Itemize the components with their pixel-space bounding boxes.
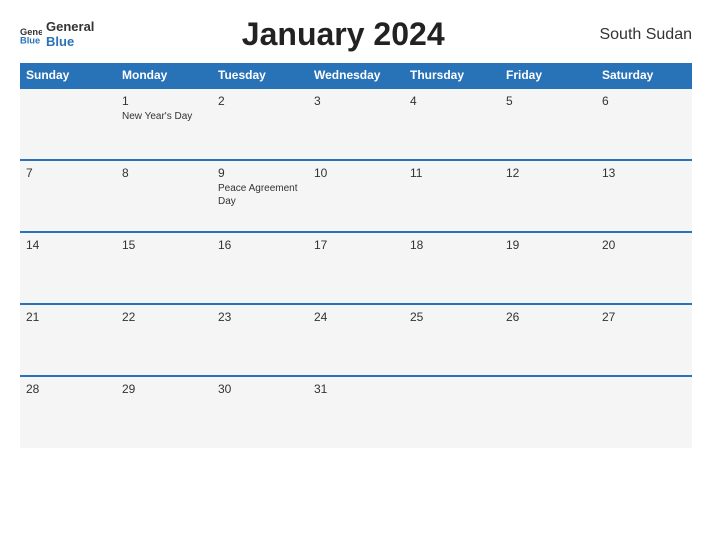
day-number: 19 [506,238,590,252]
calendar-day-cell: 3 [308,88,404,160]
day-number: 11 [410,166,494,180]
calendar-day-cell: 15 [116,232,212,304]
day-number: 30 [218,382,302,396]
calendar-day-cell: 4 [404,88,500,160]
calendar-day-cell [20,88,116,160]
calendar-table: SundayMondayTuesdayWednesdayThursdayFrid… [20,63,692,448]
calendar-day-cell: 22 [116,304,212,376]
calendar-week-row: 1 New Year's Day 23456 [20,88,692,160]
calendar-day-cell: 11 [404,160,500,232]
calendar-day-cell: 20 [596,232,692,304]
calendar-day-cell: 2 [212,88,308,160]
calendar-day-cell: 14 [20,232,116,304]
calendar-body: 1New Year's Day23456789Peace Agreement D… [20,88,692,448]
weekday-header: Saturday [596,63,692,88]
day-number: 5 [506,94,590,108]
calendar-day-cell: 6 [596,88,692,160]
day-number: 9 [218,166,302,180]
weekday-header: Sunday [20,63,116,88]
calendar-week-row: 789 Peace Agreement Day 10 11 12 13 [20,160,692,232]
calendar-day-cell: 24 [308,304,404,376]
weekday-header: Wednesday [308,63,404,88]
day-number: 16 [218,238,302,252]
calendar-header: General Blue General Blue January 2024 S… [20,16,692,53]
weekday-header: Monday [116,63,212,88]
day-number: 7 [26,166,110,180]
calendar-header-row: SundayMondayTuesdayWednesdayThursdayFrid… [20,63,692,88]
day-number: 18 [410,238,494,252]
calendar-day-cell: 1 New Year's Day [116,88,212,160]
day-number: 15 [122,238,206,252]
day-number: 3 [314,94,398,108]
logo-blue: Blue [46,35,74,49]
month-title: January 2024 [94,16,592,53]
day-number: 1 [122,94,206,108]
day-number: 24 [314,310,398,324]
logo-icon: General Blue [20,24,42,46]
weekday-header: Thursday [404,63,500,88]
calendar-day-cell: 10 [308,160,404,232]
calendar-day-cell: 25 [404,304,500,376]
day-number: 25 [410,310,494,324]
day-number: 14 [26,238,110,252]
weekday-header: Tuesday [212,63,308,88]
calendar-week-row: 28 29 30 31 [20,376,692,448]
calendar-day-cell: 28 [20,376,116,448]
calendar-day-cell: 16 [212,232,308,304]
country-name: South Sudan [592,26,692,44]
calendar-day-cell: 29 [116,376,212,448]
calendar-day-cell: 17 [308,232,404,304]
calendar-day-cell: 18 [404,232,500,304]
day-number: 17 [314,238,398,252]
calendar-day-cell: 27 [596,304,692,376]
calendar-day-cell: 19 [500,232,596,304]
calendar-day-cell: 21 [20,304,116,376]
day-number: 20 [602,238,686,252]
calendar-day-cell: 12 [500,160,596,232]
calendar-day-cell: 31 [308,376,404,448]
calendar-day-cell [596,376,692,448]
calendar-day-cell: 8 [116,160,212,232]
calendar-day-cell: 13 [596,160,692,232]
day-number: 8 [122,166,206,180]
holiday-name: New Year's Day [122,110,206,123]
calendar-day-cell: 26 [500,304,596,376]
day-number: 22 [122,310,206,324]
logo: General Blue General Blue [20,20,94,49]
day-number: 29 [122,382,206,396]
day-number: 31 [314,382,398,396]
holiday-name: Peace Agreement Day [218,182,302,208]
calendar-day-cell [404,376,500,448]
day-number: 28 [26,382,110,396]
day-number: 6 [602,94,686,108]
calendar-day-cell [500,376,596,448]
day-number: 12 [506,166,590,180]
calendar-day-cell: 7 [20,160,116,232]
logo-general: General [46,20,94,34]
calendar-day-cell: 23 [212,304,308,376]
day-number: 26 [506,310,590,324]
calendar-day-cell: 5 [500,88,596,160]
calendar-week-row: 21 22 23 24 25 26 27 [20,304,692,376]
day-number: 10 [314,166,398,180]
day-number: 23 [218,310,302,324]
day-number: 2 [218,94,302,108]
calendar-week-row: 14 15 16 17 18 19 20 [20,232,692,304]
calendar-page: General Blue General Blue January 2024 S… [0,0,712,550]
day-number: 21 [26,310,110,324]
calendar-day-cell: 30 [212,376,308,448]
day-number: 13 [602,166,686,180]
day-number: 27 [602,310,686,324]
day-number: 4 [410,94,494,108]
svg-text:Blue: Blue [20,35,40,45]
calendar-day-cell: 9 Peace Agreement Day [212,160,308,232]
weekday-header: Friday [500,63,596,88]
